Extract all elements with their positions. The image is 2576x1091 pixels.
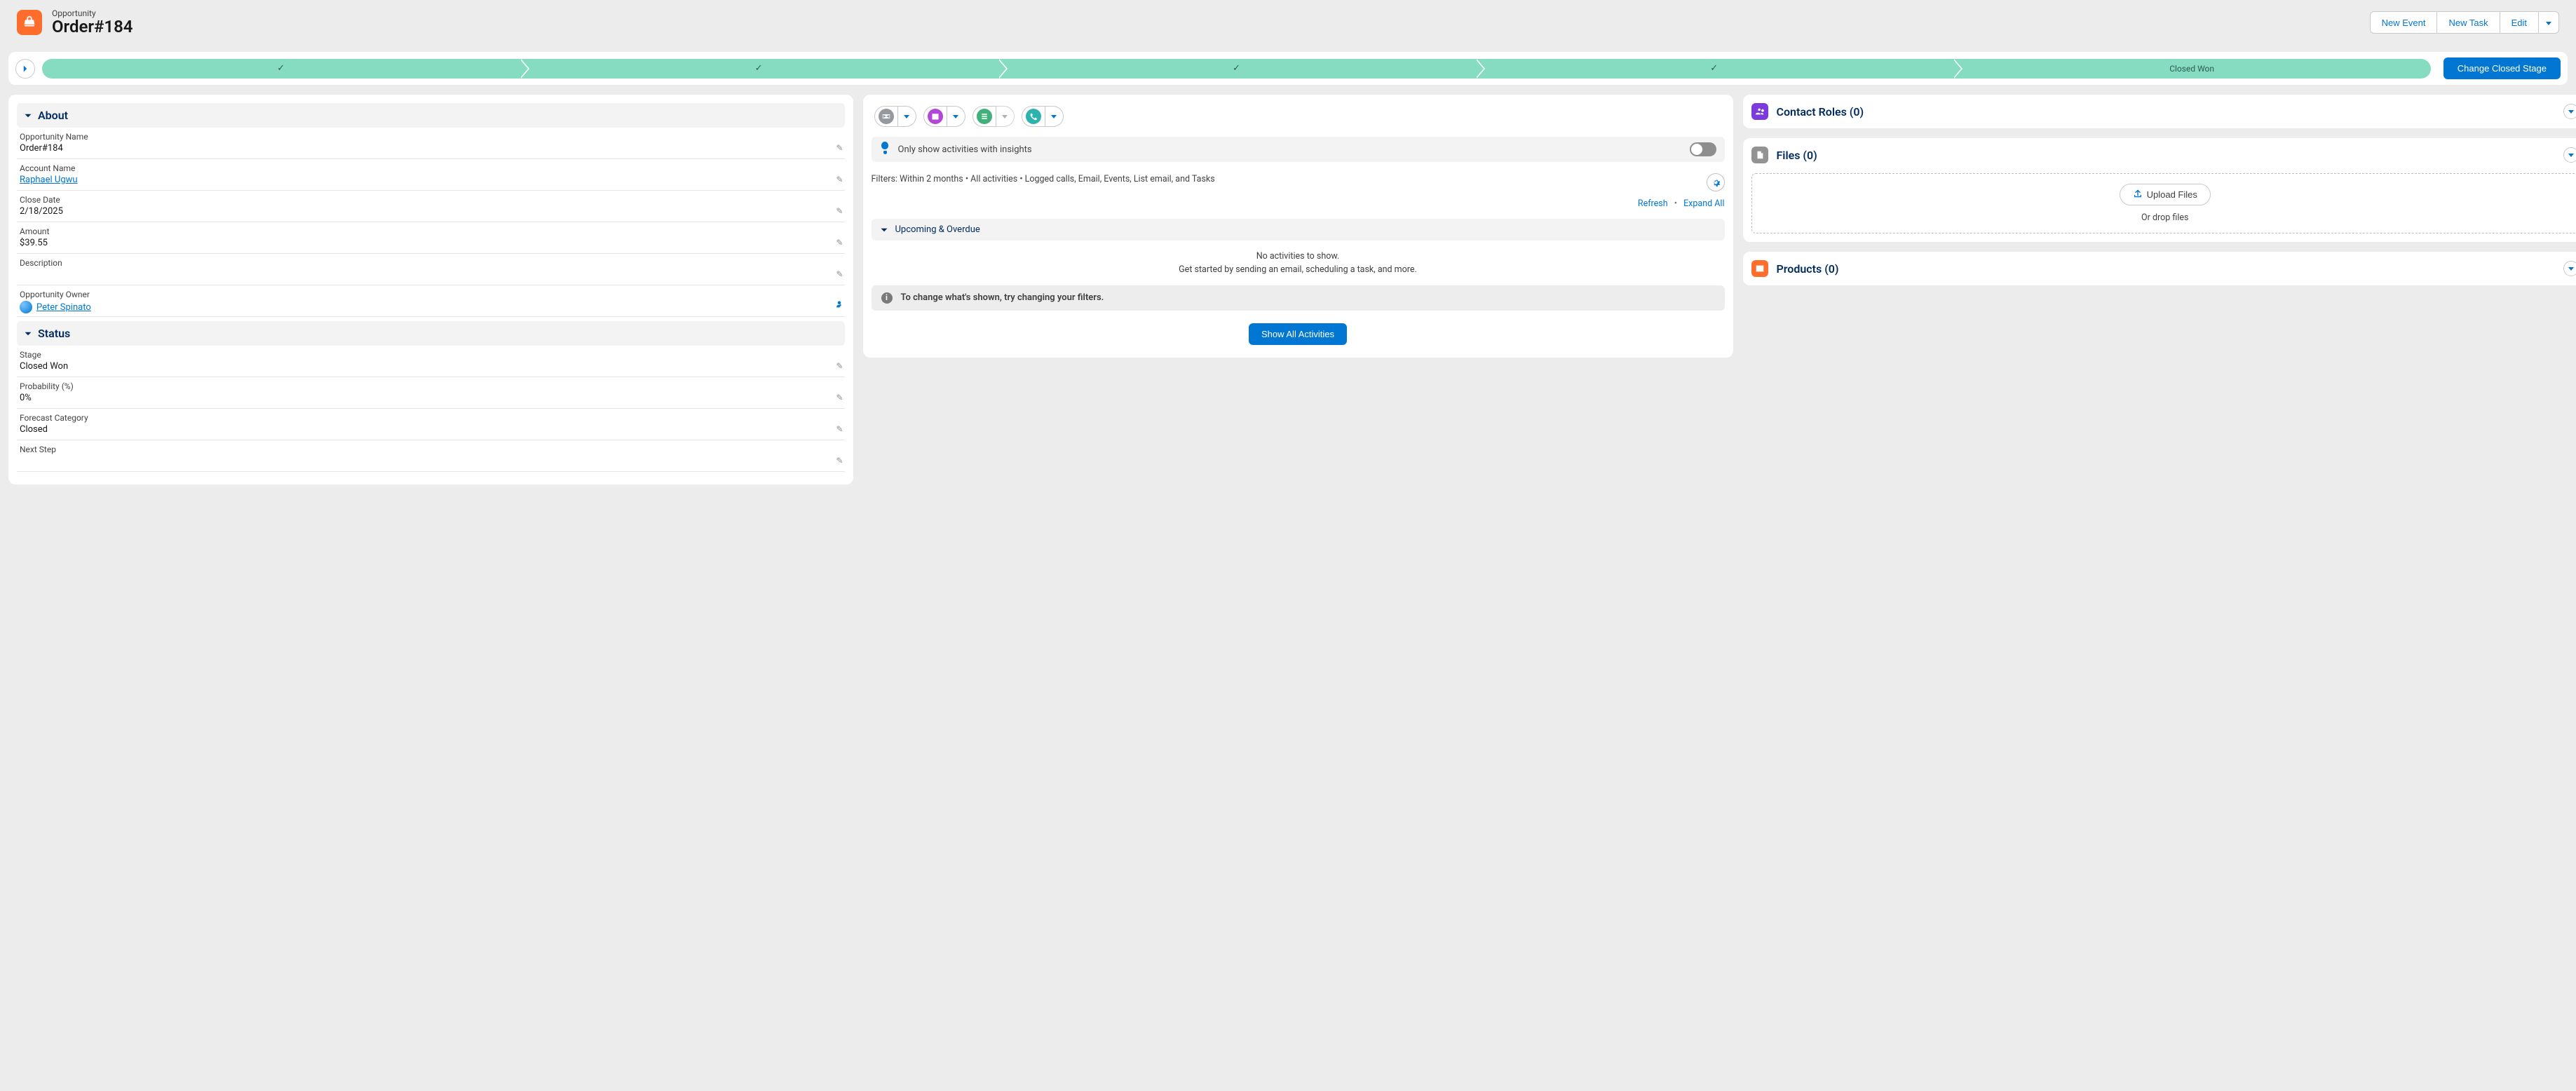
edit-button[interactable]: Edit [2500,11,2539,34]
insights-icon [880,144,891,155]
new-event-dropdown[interactable] [947,106,965,127]
log-call-button[interactable] [1022,106,1045,127]
opportunity-icon [17,10,42,35]
chevron-down-icon [24,111,32,120]
new-task-pill-button[interactable] [972,106,996,127]
upload-icon [2133,189,2143,201]
field-opportunity-owner: Opportunity Owner Peter Spinato [17,285,845,317]
phone-icon [1026,109,1041,124]
stage-step-current[interactable]: Closed Won [1953,59,2430,79]
products-menu[interactable] [2563,261,2576,276]
field-stage: Stage Closed Won ✎ [17,346,845,377]
status-section-header[interactable]: Status [17,321,845,346]
check-icon: ✓ [1233,63,1240,74]
new-task-dropdown [996,106,1015,127]
check-icon: ✓ [277,63,285,74]
stage-path-container: ✓ ✓ ✓ ✓ Closed Won Change Closed Stage [8,52,2568,85]
upload-files-button[interactable]: Upload Files [2120,184,2211,205]
info-icon: i [881,292,893,304]
edit-pencil-icon[interactable]: ✎ [836,175,843,184]
new-event-button[interactable]: New Event [2370,11,2438,34]
edit-pencil-icon[interactable]: ✎ [836,143,843,153]
contact-roles-title[interactable]: Contact Roles (0) [1777,105,2556,118]
filters-summary: Filters: Within 2 months • All activitie… [872,173,1698,186]
record-name: Order#184 [52,17,2360,36]
show-all-activities-button[interactable]: Show All Activities [1249,323,1347,345]
change-owner-icon[interactable] [835,300,843,311]
field-probability: Probability (%) 0% ✎ [17,377,845,409]
avatar [20,301,32,313]
edit-pencil-icon[interactable]: ✎ [836,456,843,466]
log-call-dropdown[interactable] [1045,106,1064,127]
about-section-header[interactable]: About [17,103,845,128]
stage-step[interactable]: ✓ [520,59,997,79]
check-icon: ✓ [1710,63,1718,74]
new-task-button[interactable]: New Task [2437,11,2500,34]
status-title: Status [38,327,70,340]
files-icon [1751,147,1768,163]
products-title[interactable]: Products (0) [1777,262,2556,276]
products-icon [1751,260,1768,277]
stage-step[interactable]: ✓ [1475,59,1953,79]
email-icon [879,109,894,124]
field-amount: Amount $39.55 ✎ [17,222,845,254]
change-closed-stage-button[interactable]: Change Closed Stage [2443,57,2561,79]
field-forecast-category: Forecast Category Closed ✎ [17,409,845,440]
expand-all-link[interactable]: Expand All [1683,198,1724,209]
contact-roles-icon [1751,103,1768,120]
email-dropdown[interactable] [898,106,916,127]
stage-expand-button[interactable] [15,59,35,79]
edit-pencil-icon[interactable]: ✎ [836,393,843,402]
refresh-link[interactable]: Refresh [1638,198,1668,209]
edit-pencil-icon[interactable]: ✎ [836,238,843,248]
filters-gear-button[interactable] [1707,173,1725,191]
filters-info-bar: i To change what's shown, try changing y… [872,285,1725,311]
owner-link[interactable]: Peter Spinato [36,302,91,313]
chevron-down-icon [24,330,32,338]
no-activities-text: No activities to show. Get started by se… [872,240,1725,285]
field-description: Description ✎ [17,254,845,285]
email-button[interactable] [874,106,898,127]
chevron-down-icon [880,226,888,234]
caret-down-icon [2546,22,2551,25]
check-icon: ✓ [755,63,763,74]
edit-pencil-icon[interactable]: ✎ [836,206,843,216]
files-title[interactable]: Files (0) [1777,149,2556,162]
task-list-icon [977,109,992,124]
stage-step[interactable]: ✓ [998,59,1475,79]
calendar-icon [928,109,943,124]
file-dropzone[interactable]: Upload Files Or drop files [1751,173,2576,233]
field-opportunity-name: Opportunity Name Order#184 ✎ [17,128,845,159]
field-next-step: Next Step ✎ [17,440,845,472]
upcoming-overdue-header[interactable]: Upcoming & Overdue [872,219,1725,240]
field-account-name: Account Name Raphael Ugwu ✎ [17,159,845,191]
stage-step[interactable]: ✓ [42,59,520,79]
header-more-button[interactable] [2539,11,2559,34]
account-name-link[interactable]: Raphael Ugwu [20,175,78,185]
insights-filter-bar: Only show activities with insights [872,137,1725,162]
drop-hint: Or drop files [1762,212,2569,223]
new-event-pill-button[interactable] [923,106,947,127]
field-close-date: Close Date 2/18/2025 ✎ [17,191,845,222]
insights-toggle[interactable] [1690,142,1716,156]
contact-roles-menu[interactable] [2563,104,2576,119]
insights-toggle-label: Only show activities with insights [898,144,1032,155]
about-title: About [38,109,68,122]
edit-pencil-icon[interactable]: ✎ [836,269,843,279]
stage-path: ✓ ✓ ✓ ✓ Closed Won [42,59,2431,79]
files-menu[interactable] [2563,147,2576,163]
edit-pencil-icon[interactable]: ✎ [836,361,843,371]
edit-pencil-icon[interactable]: ✎ [836,424,843,434]
